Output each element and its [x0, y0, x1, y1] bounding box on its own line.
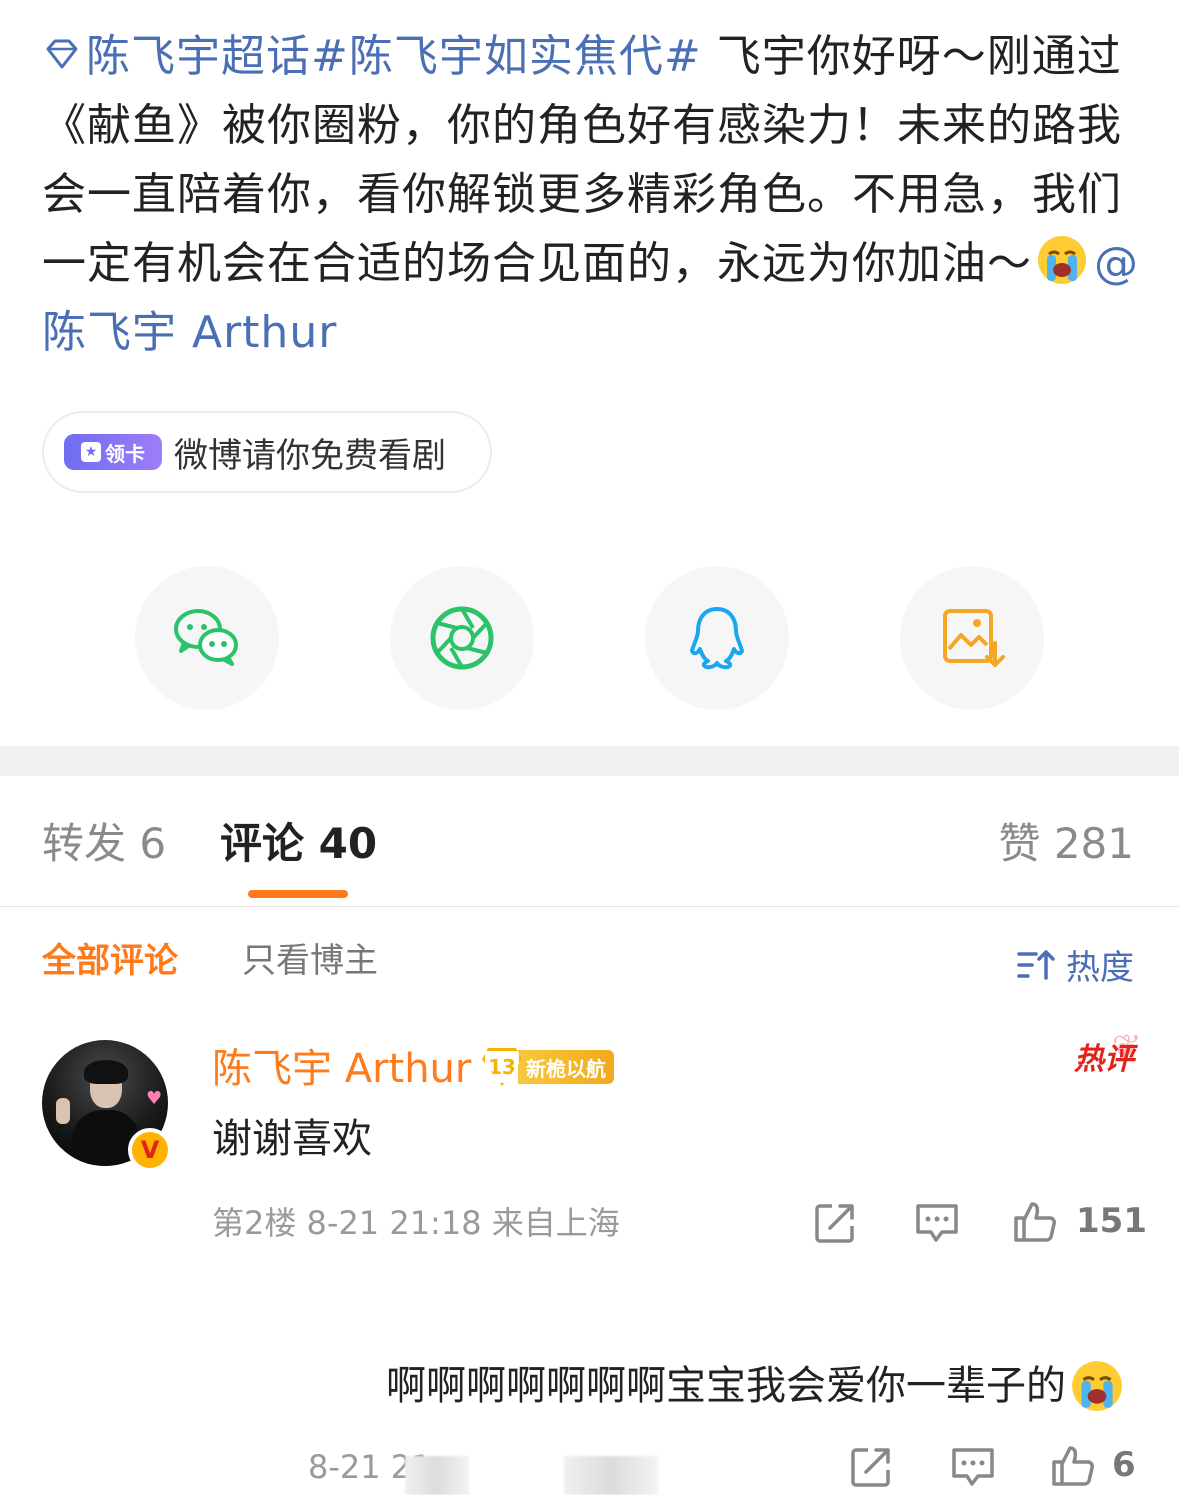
qq-penguin-icon [690, 607, 744, 670]
reply-like-count: 6 [1112, 1445, 1136, 1485]
crying-face-emoji-icon [1072, 1361, 1122, 1411]
tab-comments[interactable]: 评论 40 [220, 818, 377, 870]
heart-icon: ♥ [146, 1088, 163, 1109]
fan-level-number: 13 [482, 1048, 522, 1086]
filter-all-comments[interactable]: 全部评论 [42, 940, 178, 982]
reply-text: 啊啊啊啊啊啊啊宝宝我会爱你一辈子的 [386, 1363, 1066, 1409]
thumbs-up-icon [1052, 1446, 1094, 1486]
thumbs-up-icon [1014, 1202, 1056, 1242]
share-qq-button[interactable] [645, 566, 789, 710]
claim-card-badge: ★ 领卡 [64, 434, 162, 470]
crying-face-emoji-icon [1038, 236, 1086, 284]
star-card-icon: ★ [81, 442, 101, 462]
share-moments-button[interactable] [390, 566, 534, 710]
sort-by-heat-button[interactable]: 热度 [1016, 940, 1134, 989]
comment-reply-button[interactable] [914, 1200, 960, 1246]
section-divider [0, 746, 1179, 776]
comment-meta: 第2楼 8-21 21:18 来自上海 [212, 1204, 620, 1242]
blurred-region [564, 1456, 658, 1495]
free-drama-text: 微博请你免费看剧 [174, 435, 446, 476]
reply-like-button[interactable]: 6 [1050, 1442, 1136, 1488]
wechat-icon [174, 609, 238, 666]
claim-card-label: 领卡 [105, 441, 145, 466]
share-wechat-button[interactable] [135, 566, 279, 710]
moments-aperture-icon [430, 606, 494, 670]
reply-share-button[interactable] [848, 1444, 894, 1490]
comment-like-button[interactable]: 151 [1012, 1198, 1147, 1244]
save-image-icon [943, 609, 1005, 667]
save-image-button[interactable] [900, 566, 1044, 710]
fan-level-badge[interactable]: 13 新桅以航 [482, 1048, 614, 1086]
tabs-divider [0, 906, 1179, 907]
comment-share-button[interactable] [812, 1200, 858, 1246]
comment-text: 谢谢喜欢 [212, 1116, 372, 1162]
super-topic-link[interactable]: 陈飞宇超话 [42, 31, 311, 82]
share-arrow-icon [851, 1448, 890, 1487]
sort-icon [1017, 949, 1055, 980]
share-arrow-icon [815, 1204, 854, 1243]
verified-badge: V [128, 1128, 172, 1172]
super-topic-label: 陈飞宇超话 [86, 31, 311, 82]
comment-username[interactable]: 陈飞宇 Arthur [212, 1044, 471, 1094]
filter-owner-only[interactable]: 只看博主 [242, 940, 378, 982]
active-tab-indicator [248, 890, 348, 898]
sort-label: 热度 [1066, 948, 1134, 988]
tab-likes[interactable]: 赞 281 [998, 818, 1134, 870]
diamond-icon [46, 39, 78, 69]
hashtag-link[interactable]: #陈飞宇如实焦代# [311, 31, 702, 82]
reply-comment-button[interactable] [950, 1444, 996, 1490]
comment-bubble-icon [916, 1204, 958, 1242]
free-drama-card-chip[interactable]: ★ 领卡 微博请你免费看剧 [42, 411, 492, 493]
tab-reposts[interactable]: 转发 6 [42, 818, 166, 870]
reply-comment: 啊啊啊啊啊啊啊宝宝我会爱你一辈子的 [386, 1358, 1124, 1414]
comment-like-count: 151 [1076, 1201, 1147, 1241]
fan-level-title: 新桅以航 [518, 1050, 614, 1084]
hot-comment-tag: ❦ 热评 [1074, 1028, 1142, 1078]
post-text: 陈飞宇超话#陈飞宇如实焦代# 飞宇你好呀～刚通过《献鱼》被你圈粉，你的角色好有感… [42, 22, 1142, 367]
comment-bubble-icon [952, 1448, 994, 1486]
blurred-region [405, 1456, 469, 1495]
hot-comment-label: 热评 [1074, 1042, 1134, 1077]
